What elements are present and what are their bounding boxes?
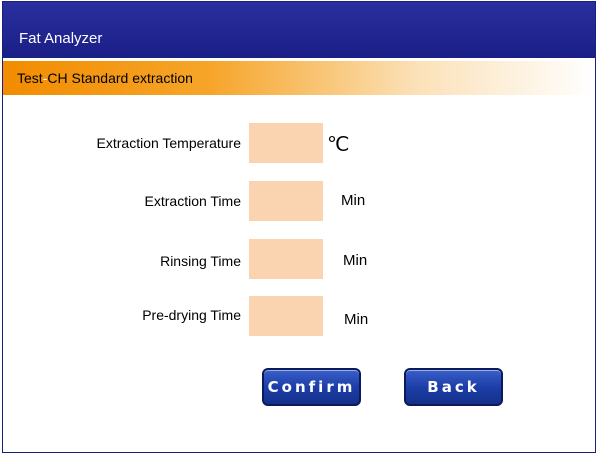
pre-drying-time-unit: Min	[344, 311, 369, 328]
pre-drying-time-label: Pre-drying Time	[142, 307, 241, 323]
pre-drying-time-input[interactable]	[249, 296, 323, 336]
test-header: Test-CH Standard extraction	[3, 61, 595, 95]
extraction-time-label: Extraction Time	[144, 193, 241, 209]
confirm-button[interactable]: Confirm	[262, 368, 361, 406]
rinsing-time-input[interactable]	[249, 239, 323, 279]
window-title: Fat Analyzer	[19, 30, 103, 47]
test-id: Test	[17, 70, 43, 86]
test-method: Standard extraction	[71, 70, 193, 86]
extraction-temperature-unit: ℃	[327, 134, 350, 156]
test-header-text: Test-CH Standard extraction	[17, 70, 193, 86]
rinsing-time-unit: Min	[343, 252, 368, 269]
extraction-time-unit: Min	[341, 192, 366, 209]
test-suffix: CH	[47, 70, 68, 86]
fat-analyzer-window: Fat Analyzer Test-CH Standard extraction…	[2, 1, 596, 453]
extraction-time-input[interactable]	[249, 181, 323, 221]
rinsing-time-label: Rinsing Time	[160, 253, 241, 269]
extraction-temperature-label: Extraction Temperature	[96, 135, 241, 151]
extraction-temperature-input[interactable]	[249, 123, 323, 163]
title-bar: Fat Analyzer	[3, 2, 595, 58]
back-button[interactable]: Back	[404, 368, 503, 406]
